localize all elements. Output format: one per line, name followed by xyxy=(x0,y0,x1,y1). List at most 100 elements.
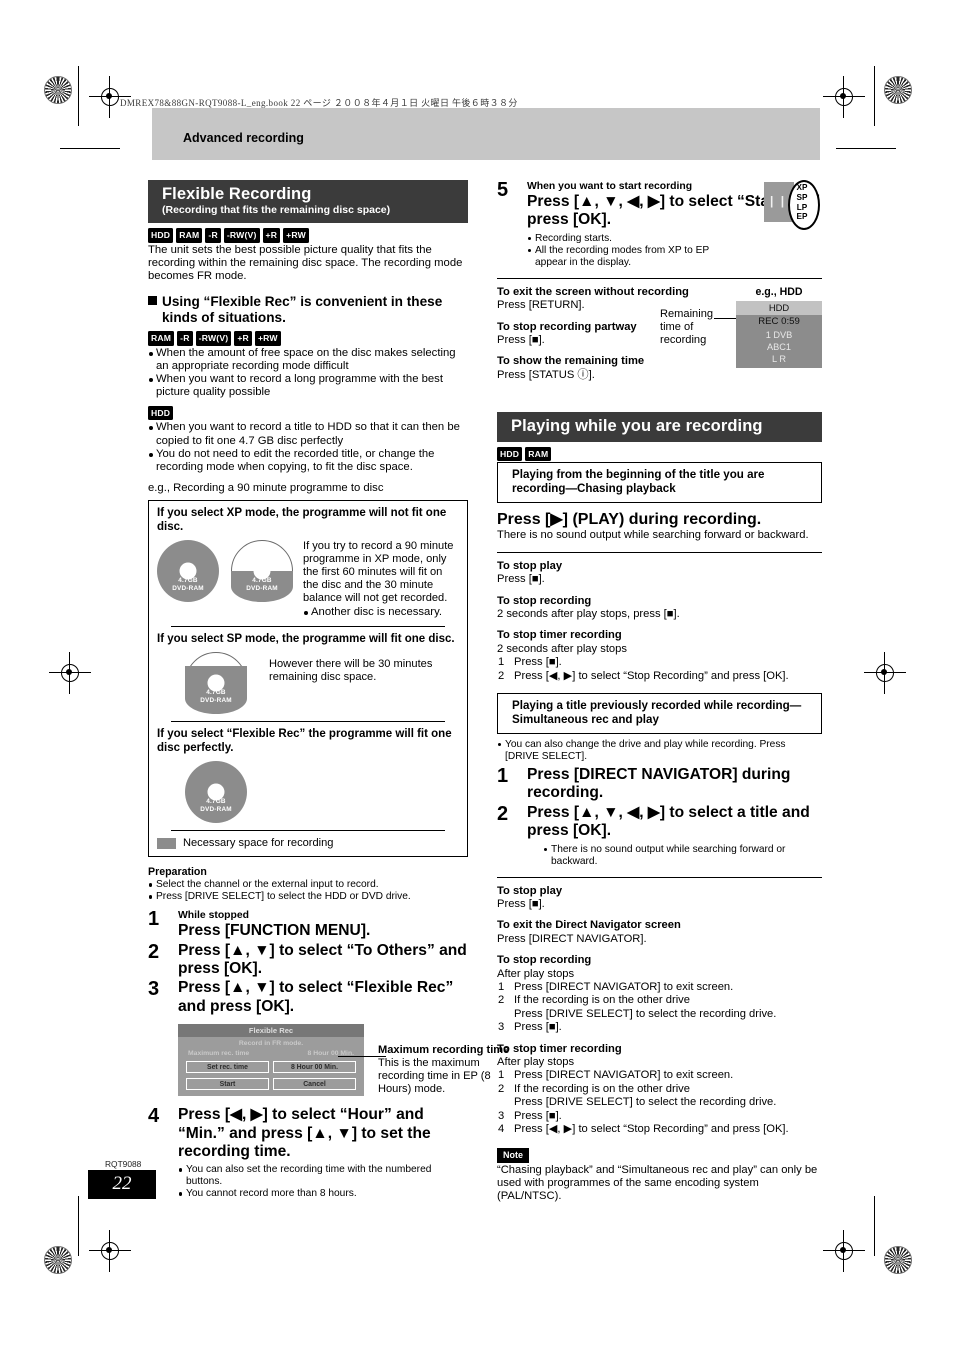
item-text: Press [DIRECT NAVIGATOR] to exit screen. xyxy=(514,1069,734,1082)
set-rec-time-value[interactable]: 8 Hour 00 Min. xyxy=(273,1061,356,1074)
item-text: Press [■]. xyxy=(514,1109,562,1122)
using-flexible-rec-heading: Using “Flexible Rec” is convenient in th… xyxy=(148,294,468,326)
flexible-example-line: e.g., Recording a 90 minute programme to… xyxy=(148,481,384,494)
media-badge: RAM xyxy=(148,331,175,346)
list-item: You do not need to edit the recorded tit… xyxy=(148,448,468,474)
item-text: Press [■]. xyxy=(514,1021,562,1034)
disc-label-size: 4.7GB xyxy=(252,577,272,585)
list-item: Select the channel or the external input… xyxy=(148,879,468,891)
step-instruction: Press [▲, ▼] to select “Flexible Rec” an… xyxy=(178,979,454,1015)
media-badge: RAM xyxy=(525,446,552,462)
step-2: 2 Press [▲, ▼] to select “To Others” and… xyxy=(148,940,468,979)
block-heading: To exit the screen without recording xyxy=(497,285,689,298)
list-item: Press [DRIVE SELECT] to select the recor… xyxy=(497,1008,822,1021)
list-item: All the recording modes from XP to EP ap… xyxy=(527,245,742,269)
disc-label-size: 4.7GB xyxy=(206,798,226,806)
legend-label: Necessary space for recording xyxy=(183,837,334,850)
mode-ep: EP xyxy=(796,212,808,222)
step-instruction: Press [▲, ▼, ◀, ▶] to select a title and… xyxy=(527,803,810,840)
step-5: 5 When you want to start recording Press… xyxy=(497,180,822,269)
chapter-title: Advanced recording xyxy=(183,131,304,145)
stop-play-block-2: To stop play Press [■]. xyxy=(497,885,822,912)
media-badge: HDD xyxy=(148,228,174,243)
block-heading: To exit the Direct Navigator screen xyxy=(497,919,681,932)
numbered-list: 1 Press [■]. 2 Press [◀, ▶] to select “Sto… xyxy=(497,656,822,683)
mode-xp: XP xyxy=(796,183,808,192)
media-badge: -RW(V) xyxy=(195,331,232,346)
media-badge: HDD xyxy=(148,405,174,421)
list-item: Another disc is necessary. xyxy=(303,606,459,619)
item-number: 1 xyxy=(498,1069,505,1082)
item-number: 1 xyxy=(498,981,505,994)
step-2-note: There is no sound output while searching… xyxy=(527,844,822,868)
exit-direct-navigator-block: To exit the Direct Navigator screen Pres… xyxy=(497,919,822,946)
flexible-rec-dialog: Flexible Rec Record in FR mode. Maximum … xyxy=(178,1024,364,1097)
sp-mode-caption: However there will be 30 minutes remaini… xyxy=(269,658,433,684)
display-station-line: ABC1 xyxy=(766,341,791,352)
step-number: 1 xyxy=(148,908,160,931)
disc-full-icon: 4.7GB DVD-RAM xyxy=(185,761,247,824)
display-channel-line: 1 DVB xyxy=(765,329,793,340)
item-text: Press [◀, ▶] to select “Stop Recording” … xyxy=(514,1123,789,1136)
using-heading-line1: Using “Flexible Rec” is convenient in th… xyxy=(162,294,443,310)
list-item: When you want to record a title to HDD s… xyxy=(148,421,468,447)
drive-select-note-list: You can also change the drive and play w… xyxy=(497,739,822,763)
registration-mark-bottom-right xyxy=(884,1246,912,1274)
front-display-panel: HDD REC 0:59 1 DVB ABC1 L R xyxy=(736,300,822,368)
item-number: 3 xyxy=(498,1109,505,1122)
item-text: Press [DIRECT NAVIGATOR] to exit screen. xyxy=(514,981,734,994)
crop-line-bottom-left-v xyxy=(78,1196,79,1256)
list-item: 1 Press [DIRECT NAVIGATOR] to exit screen… xyxy=(497,981,822,994)
crop-line-top-left-v xyxy=(78,66,79,126)
disc-label-type: DVD-RAM xyxy=(246,584,278,592)
item-text: Press [DRIVE SELECT] to select the recor… xyxy=(514,1007,777,1020)
dialog-message: Record in FR mode. xyxy=(238,1040,304,1048)
set-rec-time-field-label[interactable]: Set rec. time xyxy=(186,1061,269,1074)
figure-caption: e.g., HDD xyxy=(755,285,803,298)
sp-mode-row: 4.7GB DVD-RAM However there will be 30 mi… xyxy=(157,652,459,715)
note-badge: Note xyxy=(497,1147,529,1163)
divider xyxy=(497,876,822,878)
item-number: 2 xyxy=(498,669,505,682)
step-1: 1 Press [DIRECT NAVIGATOR] during record… xyxy=(497,766,822,803)
footer-code: RQT9088 xyxy=(105,1159,142,1169)
disc-mostly-full-icon: 4.7GB DVD-RAM xyxy=(185,652,247,715)
note-section: Note “Chasing playback” and “Simultaneou… xyxy=(497,1145,822,1204)
flexible-intro-text: The unit sets the best possible picture … xyxy=(148,243,463,282)
media-badges-playing: HDD RAM xyxy=(497,446,822,462)
dialog-title: Flexible Rec xyxy=(178,1024,364,1038)
square-bullet-icon xyxy=(148,296,157,306)
dialog-max-label: Maximum rec. time xyxy=(188,1050,250,1058)
sp-mode-heading: If you select SP mode, the programme wil… xyxy=(157,632,455,645)
media-badge: -R xyxy=(205,228,221,243)
flexible-rec-row: 4.7GB DVD-RAM xyxy=(157,761,459,824)
preparation-list: Select the channel or the external input… xyxy=(148,879,468,903)
cancel-button[interactable]: Cancel xyxy=(273,1078,356,1091)
callout-title: Maximum recording time xyxy=(378,1044,510,1057)
item-number: 3 xyxy=(498,1021,505,1034)
list-item: When you want to record a long programme… xyxy=(148,373,468,399)
list-item: 3 Press [■]. xyxy=(497,1021,822,1034)
step-number: 5 xyxy=(497,179,509,201)
divider xyxy=(171,721,445,723)
flexible-hdd-list: When you want to record a title to HDD s… xyxy=(148,421,468,473)
flexible-rec-heading: If you select “Flexible Rec” the program… xyxy=(157,728,452,754)
step-condition: While stopped xyxy=(178,910,249,922)
right-column: 5 When you want to start recording Press… xyxy=(497,180,822,1204)
media-badge: +RW xyxy=(254,331,281,346)
playing-steps: 1 Press [DIRECT NAVIGATOR] during record… xyxy=(497,766,822,868)
step-number: 2 xyxy=(148,940,160,963)
disc-illustration-panel: If you select XP mode, the programme wil… xyxy=(148,500,468,858)
block-subtext: After play stops xyxy=(497,967,575,980)
divider xyxy=(171,830,445,832)
callout-body: This is the maximum recording time in EP… xyxy=(378,1057,491,1096)
list-item: 1 Press [DIRECT NAVIGATOR] to exit screen… xyxy=(497,1069,822,1082)
step-instruction: Press [FUNCTION MENU]. xyxy=(178,922,371,940)
block-heading: To stop recording xyxy=(497,954,592,967)
start-button[interactable]: Start xyxy=(186,1078,269,1091)
step-3: 3 Press [▲, ▼] to select “Flexible Rec” … xyxy=(148,979,468,1016)
block-subtext: 2 seconds after play stops xyxy=(497,642,627,655)
mode-sp: SP xyxy=(796,192,808,202)
xp-mode-row: 4.7GB DVD-RAM 4.7GB DVD-RAM If you try to … xyxy=(157,540,459,619)
press-play-instruction: Press [▶] (PLAY) during recording. xyxy=(497,511,762,529)
